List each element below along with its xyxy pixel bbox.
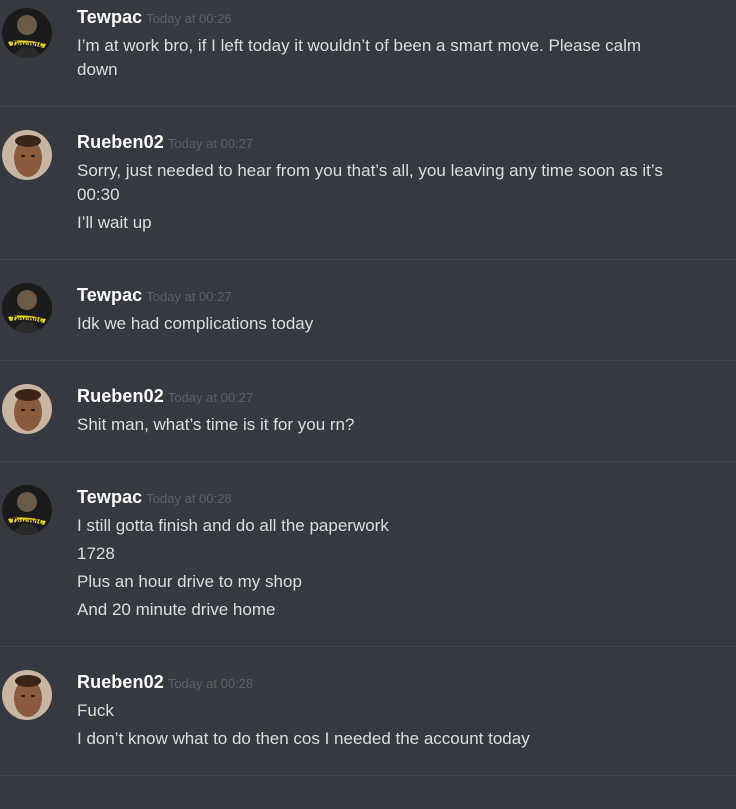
timestamp: Today at 00:27 (167, 390, 254, 405)
svg-text:Tewpac: Tewpac (11, 516, 44, 526)
username[interactable]: Rueben02 (77, 672, 164, 692)
message-text: 00:30 (77, 185, 120, 204)
username[interactable]: Rueben02 (77, 386, 164, 406)
svg-text:Tewpac: Tewpac (11, 39, 44, 49)
message-text: Shit man, what’s time is it for you rn? (77, 415, 355, 434)
face-photo-avatar[interactable] (2, 670, 52, 720)
chat-messages: Tewpac Tewpac Today at 00:26 I’m at work … (0, 0, 736, 809)
tupac-avatar[interactable]: Tewpac (2, 485, 52, 535)
message-text: Fuck (77, 701, 114, 720)
timestamp: Today at 00:26 (146, 11, 232, 26)
message-text: I’ll wait up (77, 213, 152, 232)
message-text: I don’t know what to do then cos I neede… (77, 729, 530, 748)
message-text: And 20 minute drive home (77, 600, 276, 619)
message-header: Rueben02 Today at 00:28 (77, 672, 253, 693)
message-text: down (77, 60, 118, 79)
username[interactable]: Rueben02 (77, 132, 164, 152)
message-header: Rueben02 Today at 00:27 (77, 386, 253, 407)
username[interactable]: Tewpac (77, 7, 142, 27)
face-photo-avatar[interactable] (2, 384, 52, 434)
message-text: Plus an hour drive to my shop (77, 572, 302, 591)
tupac-avatar[interactable]: Tewpac (2, 8, 52, 58)
svg-text:Tewpac: Tewpac (11, 314, 44, 324)
message-divider (0, 646, 736, 647)
timestamp: Today at 00:27 (167, 136, 254, 151)
message-header: Rueben02 Today at 00:27 (77, 132, 253, 153)
message-text: I’m at work bro, if I left today it woul… (77, 36, 642, 55)
message-text: Idk we had complications today (77, 314, 314, 333)
message-divider (0, 360, 736, 361)
message-text: Sorry, just needed to hear from you that… (77, 161, 663, 180)
message-header: Tewpac Today at 00:27 (77, 285, 232, 306)
username[interactable]: Tewpac (77, 487, 142, 507)
message-text: I still gotta finish and do all the pape… (77, 516, 389, 535)
timestamp: Today at 00:28 (167, 676, 254, 691)
timestamp: Today at 00:28 (146, 491, 232, 506)
message-divider (0, 106, 736, 107)
message-divider (0, 461, 736, 462)
timestamp: Today at 00:27 (146, 289, 232, 304)
tupac-avatar[interactable]: Tewpac (2, 283, 52, 333)
message-divider (0, 775, 736, 776)
username[interactable]: Tewpac (77, 285, 142, 305)
message-header: Tewpac Today at 00:26 (77, 7, 232, 28)
face-photo-avatar[interactable] (2, 130, 52, 180)
message-divider (0, 259, 736, 260)
message-text: 1728 (77, 544, 115, 563)
message-header: Tewpac Today at 00:28 (77, 487, 232, 508)
